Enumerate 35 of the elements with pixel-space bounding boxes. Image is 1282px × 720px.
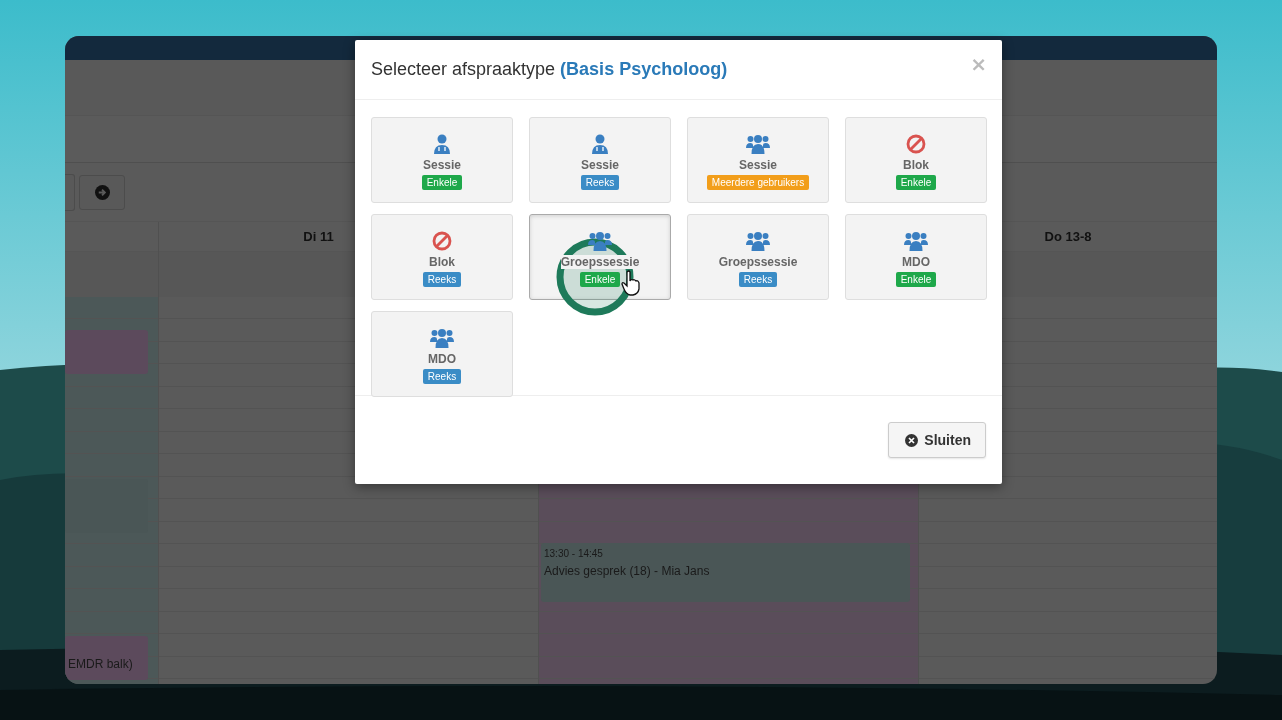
- type-badge: Reeks: [422, 369, 462, 384]
- appointment-type-card[interactable]: MDO Enkele: [845, 214, 987, 300]
- type-badge: Enkele: [421, 175, 463, 190]
- appointment-type-card[interactable]: Blok Enkele: [845, 117, 987, 203]
- group-icon: [588, 231, 612, 251]
- type-badge: Reeks: [738, 272, 778, 287]
- appointment-type-card[interactable]: Sessie Reeks: [529, 117, 671, 203]
- type-badge: Meerdere gebruikers: [706, 175, 810, 190]
- person-icon: [433, 134, 451, 154]
- group-icon: [746, 231, 770, 251]
- appointment-type-card[interactable]: MDO Reeks: [371, 311, 513, 397]
- group-icon: [904, 231, 928, 251]
- type-badge: Enkele: [895, 272, 937, 287]
- next-button[interactable]: [79, 174, 125, 210]
- appointment-type-card[interactable]: Blok Reeks: [371, 214, 513, 300]
- appointment-type-card[interactable]: Sessie Enkele: [371, 117, 513, 203]
- pointer-cursor-icon: [621, 270, 641, 296]
- type-badge: Enkele: [895, 175, 937, 190]
- previous-button[interactable]: [65, 173, 75, 211]
- prohibited-icon: [906, 134, 926, 154]
- close-circle-icon: [905, 433, 919, 447]
- dialog-title: Selecteer afspraaktype (Basis Psycholoog): [371, 59, 728, 80]
- close-button[interactable]: Sluiten: [888, 422, 986, 458]
- appointment-type-card[interactable]: Groepssessie Reeks: [687, 214, 829, 300]
- type-badge: Reeks: [580, 175, 620, 190]
- group-icon: [430, 328, 454, 348]
- group-icon: [746, 134, 770, 154]
- person-icon: [591, 134, 609, 154]
- calendar-event[interactable]: [65, 330, 148, 374]
- type-badge: Reeks: [422, 272, 462, 287]
- appointment-type-card[interactable]: Groepssessie Enkele: [529, 214, 671, 300]
- type-badge: Enkele: [579, 272, 621, 287]
- prohibited-icon: [432, 231, 452, 251]
- arrow-right-icon: [94, 184, 110, 200]
- appointment-type-card[interactable]: Sessie Meerdere gebruikers: [687, 117, 829, 203]
